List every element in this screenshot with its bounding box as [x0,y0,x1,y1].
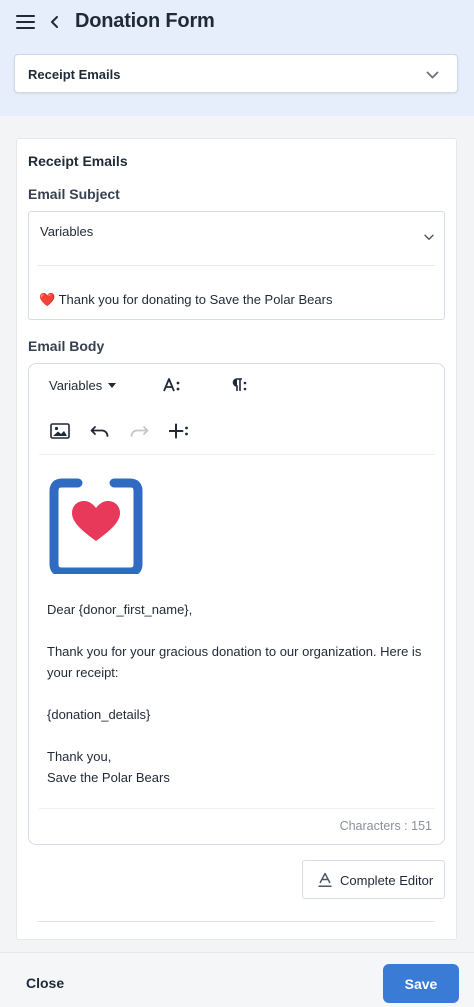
complete-editor-button[interactable]: Complete Editor [302,860,445,899]
email-body-editor: Variables Dear {donor_first_name}, Thank… [28,363,445,845]
section-dropdown-value: Receipt Emails [28,67,121,82]
back-chevron-icon[interactable] [49,14,61,30]
paragraph-format-icon[interactable] [230,377,248,393]
editor-footer-divider [39,808,435,809]
app-page: Donation Form Receipt Emails Receipt Ema… [0,0,474,1007]
body-greeting: Dear {donor_first_name}, [47,602,193,617]
chevron-down-icon [424,228,434,240]
header: Donation Form Receipt Emails [0,0,474,116]
body-donation-details: {donation_details} [47,707,151,722]
editor-variables-dropdown[interactable]: Variables [49,378,117,393]
toolbar-divider [39,454,435,455]
top-bar: Donation Form [0,0,474,46]
subject-divider [38,265,435,266]
complete-editor-label: Complete Editor [340,873,434,888]
section-dropdown[interactable]: Receipt Emails [14,54,458,93]
email-subject-box: Variables ❤️ Thank you for donating to S… [28,211,445,320]
insert-image-icon[interactable] [50,423,70,439]
subject-variables-dropdown[interactable]: Variables [29,212,444,252]
editor-variables-label: Variables [49,378,103,393]
text-format-icon [318,872,332,888]
close-button[interactable]: Close [26,975,64,991]
body-signoff: Thank you, [47,749,112,764]
redo-icon[interactable] [129,425,149,437]
email-subject-label: Email Subject [28,186,120,202]
card-title: Receipt Emails [28,153,128,169]
body-paragraph: Thank you for your gracious donation to … [47,644,422,680]
hamburger-menu-icon[interactable] [16,14,35,30]
more-insert-icon[interactable] [169,423,189,439]
save-button[interactable]: Save [383,964,459,1003]
font-size-icon[interactable] [163,377,181,393]
card-bottom-divider [37,921,435,922]
chevron-down-icon [426,67,439,79]
body-signature: Save the Polar Bears [47,770,170,785]
caret-down-icon [108,383,117,388]
undo-icon[interactable] [90,425,110,437]
page-title: Donation Form [75,10,215,32]
email-body-label: Email Body [28,338,105,354]
action-bar: Close Save [0,952,474,1007]
clipboard-heart-logo-icon [48,478,144,577]
character-count: Characters : 151 [339,819,432,833]
subject-variables-label: Variables [40,224,94,239]
email-subject-input[interactable]: ❤️ Thank you for donating to Save the Po… [39,292,332,308]
